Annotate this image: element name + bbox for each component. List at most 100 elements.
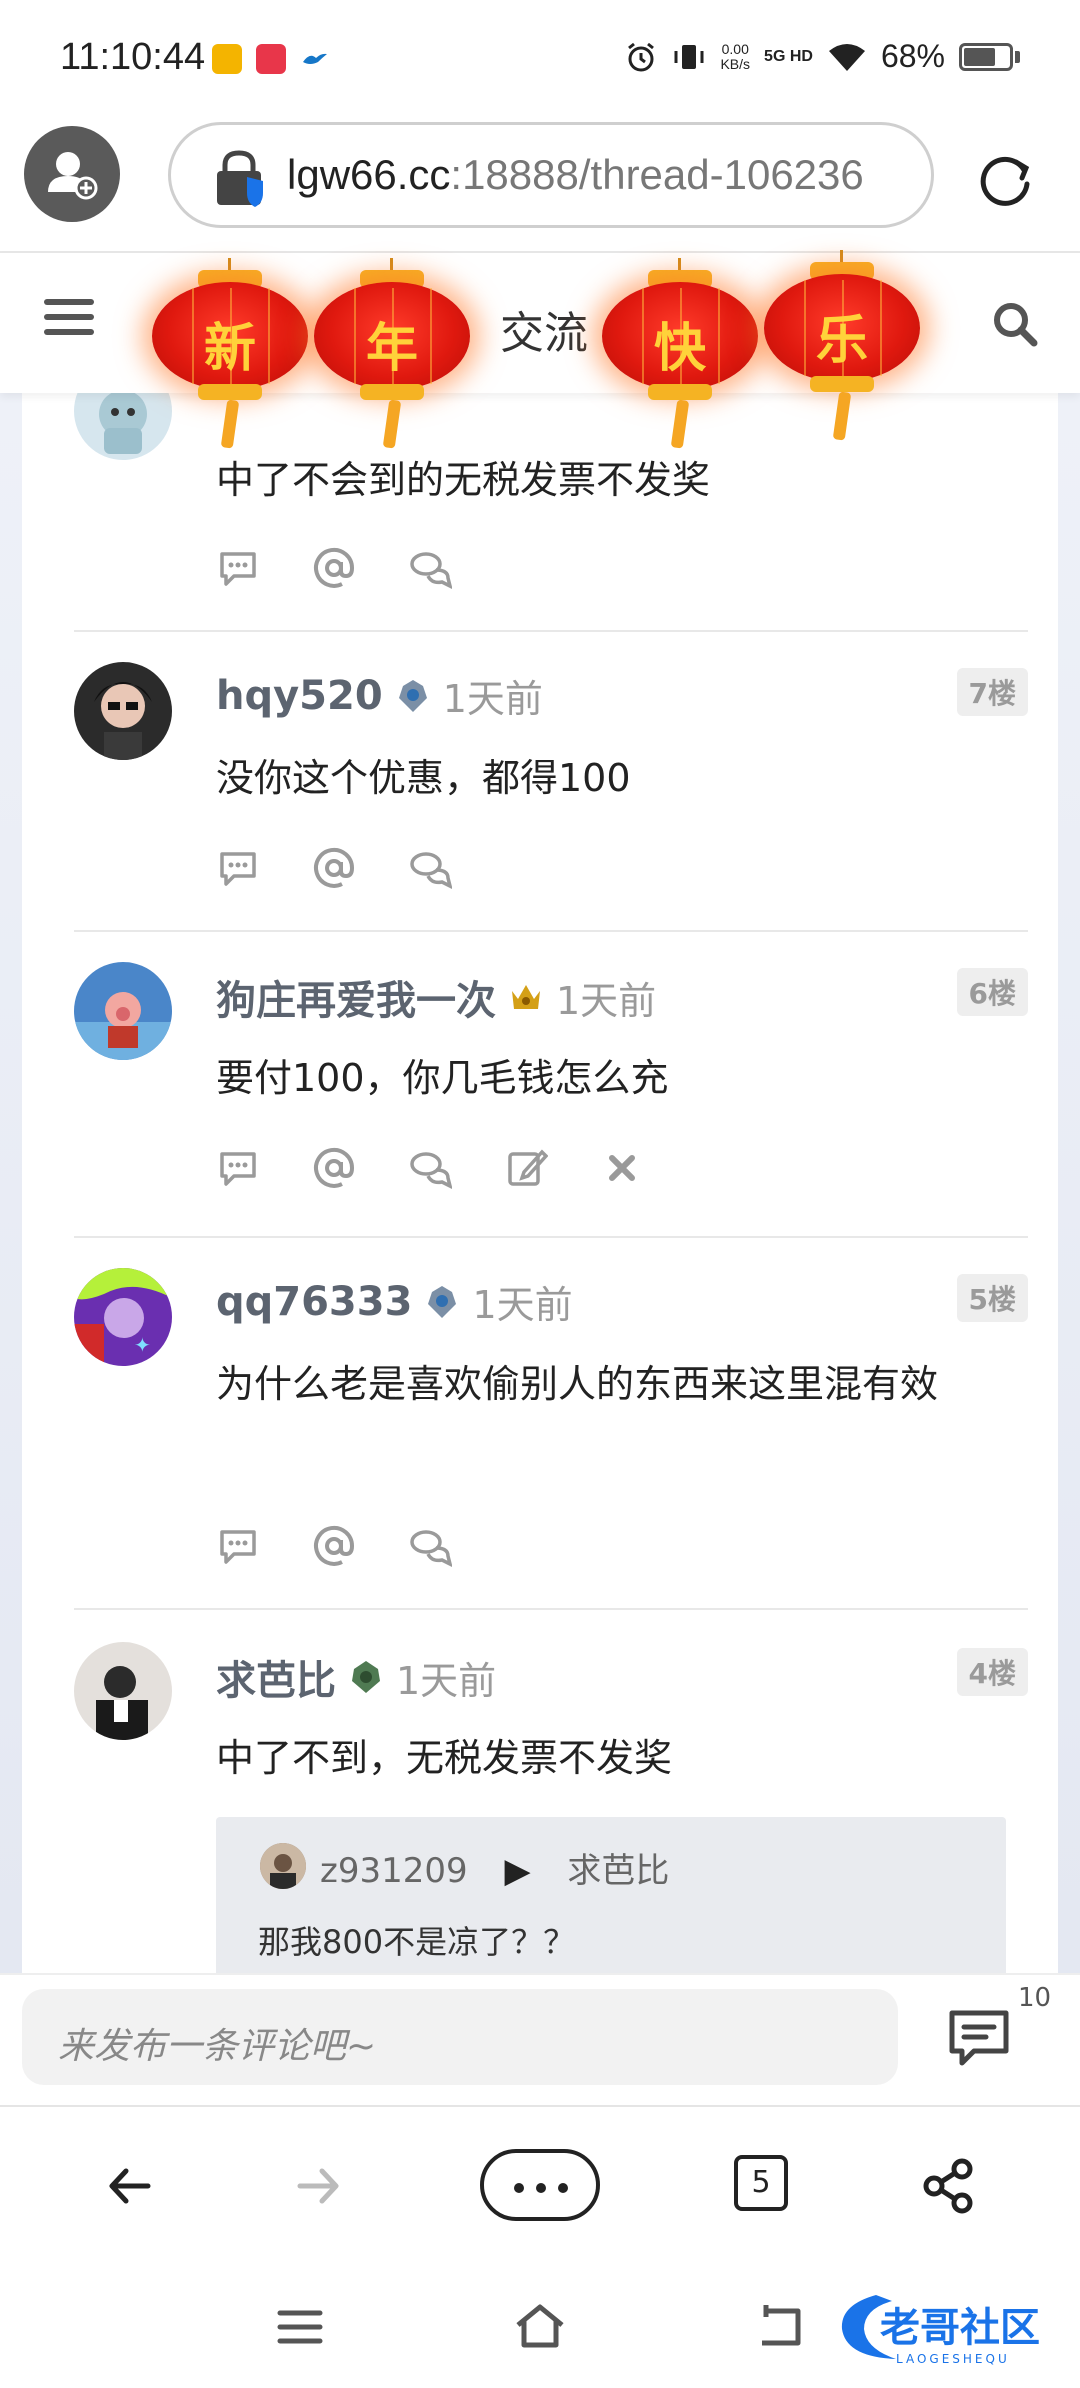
rank-badge-icon xyxy=(352,1661,380,1693)
avatar[interactable] xyxy=(74,962,172,1060)
system-back-button[interactable] xyxy=(752,2299,808,2355)
username[interactable]: qq76333 xyxy=(216,1279,412,1325)
post-user-line: 求芭比 1天前 xyxy=(216,1648,496,1706)
comments-icon xyxy=(949,2010,1009,2066)
post-actions xyxy=(216,846,452,890)
search-icon xyxy=(994,303,1038,347)
back-button[interactable] xyxy=(96,2151,166,2221)
lantern-text: 年 xyxy=(365,318,418,379)
battery-icon xyxy=(959,42,1013,71)
divider xyxy=(74,1608,1028,1610)
home-button[interactable] xyxy=(512,2299,568,2355)
bird-icon xyxy=(300,44,330,74)
arrow-right-icon xyxy=(297,2168,339,2204)
rank-badge-icon xyxy=(512,985,540,1009)
net-speed: 0.00 KB/s xyxy=(720,40,751,72)
comment-icon[interactable] xyxy=(216,1146,260,1190)
post-user-line: qq76333 1天前 xyxy=(216,1274,573,1329)
svg-text:LAOGESHEQU: LAOGESHEQU xyxy=(896,2352,1010,2366)
tabs-button[interactable]: 5 xyxy=(734,2155,788,2211)
quote-text: 那我800不是凉了？？ xyxy=(258,1923,576,1961)
mention-icon[interactable] xyxy=(312,846,356,890)
reply-icon[interactable] xyxy=(408,546,452,590)
status-bar: 11:10:44 0.00 KB/s 5G HD 68% xyxy=(0,0,1080,118)
divider xyxy=(74,930,1028,932)
wifi-icon xyxy=(828,43,865,71)
profile-button[interactable] xyxy=(24,126,120,222)
back-icon xyxy=(762,2305,801,2346)
menu-icon xyxy=(277,2310,323,2344)
url-text: lgw66.cc:18888/thread-106236 xyxy=(287,151,864,198)
avatar[interactable] xyxy=(74,662,172,760)
post-text: 中了不到，无税发票不发奖 xyxy=(216,1736,673,1780)
lantern-text: 快 xyxy=(653,318,706,379)
post-time: 1天前 xyxy=(472,1283,573,1327)
reply-icon[interactable] xyxy=(408,1524,452,1568)
alarm-icon xyxy=(628,42,655,71)
signal-label: 5G HD xyxy=(764,47,813,65)
notification-icons xyxy=(212,44,330,74)
comment-icon[interactable] xyxy=(216,1524,260,1568)
forward-button[interactable] xyxy=(284,2151,354,2221)
edit-icon[interactable] xyxy=(504,1146,548,1190)
reply-icon[interactable] xyxy=(408,1146,452,1190)
address-bar[interactable]: lgw66.cc:18888/thread-106236 xyxy=(168,122,934,228)
username[interactable]: 求芭比 xyxy=(216,1648,336,1706)
username[interactable]: hqy520 xyxy=(216,673,383,719)
status-right: 0.00 KB/s 5G HD 68% xyxy=(624,38,1020,75)
comment-icon[interactable] xyxy=(216,846,260,890)
post-actions xyxy=(216,1146,644,1190)
lantern-decoration: 新 xyxy=(152,258,308,449)
delete-icon[interactable] xyxy=(600,1146,644,1190)
quote-avatar xyxy=(260,1843,306,1889)
share-icon xyxy=(923,2158,973,2214)
svg-text:老哥社区: 老哥社区 xyxy=(880,2305,1040,2351)
battery-percent: 68% xyxy=(880,38,945,74)
site-watermark-logo: 老哥社区 LAOGESHEQU xyxy=(836,2285,1060,2371)
quote-to[interactable]: 求芭比 xyxy=(567,1851,669,1891)
reload-button[interactable] xyxy=(972,146,1038,212)
more-menu-button[interactable] xyxy=(480,2149,600,2221)
mention-icon[interactable] xyxy=(312,1146,356,1190)
floor-badge: 4楼 xyxy=(956,1648,1028,1696)
lantern-decoration: 乐 xyxy=(764,250,920,441)
browser-url-bar: lgw66.cc:18888/thread-106236 xyxy=(0,118,1080,253)
comment-icon[interactable] xyxy=(216,546,260,590)
mention-icon[interactable] xyxy=(312,1524,356,1568)
comment-input[interactable]: 来发布一条评论吧~ xyxy=(22,1989,898,2085)
quoted-reply[interactable]: z931209 ▶ 求芭比 那我800不是凉了？？ xyxy=(216,1817,1006,1977)
menu-button[interactable] xyxy=(44,299,94,343)
lantern-text: 新 xyxy=(203,318,256,379)
status-time: 11:10:44 xyxy=(60,36,206,78)
share-button[interactable] xyxy=(914,2151,984,2221)
lock-shield-icon xyxy=(217,150,263,207)
post-time: 1天前 xyxy=(556,978,657,1023)
recent-apps-button[interactable] xyxy=(272,2299,328,2355)
arrow-left-icon xyxy=(109,2168,151,2204)
post-text: 为什么老是喜欢偷别人的东西来这里混有效 xyxy=(216,1362,939,1406)
add-user-icon xyxy=(48,152,98,200)
post-item: 狗庄再爱我一次 1天前 6楼 要付100，你几毛钱怎么充 xyxy=(74,962,1028,1202)
floor-badge: 7楼 xyxy=(956,668,1028,716)
avatar[interactable] xyxy=(74,1642,172,1740)
page-margin-right xyxy=(1058,393,1080,1973)
floor-badge: 6楼 xyxy=(956,968,1028,1016)
search-button[interactable] xyxy=(990,299,1040,349)
floor-badge: 5楼 xyxy=(956,1274,1028,1322)
comments-button[interactable] xyxy=(944,2005,1014,2069)
quote-from[interactable]: z931209 xyxy=(320,1851,468,1891)
post-text: 中了不会到的无税发票不发奖 xyxy=(216,458,711,502)
page-title: 交流 xyxy=(500,308,588,359)
post-user-line: hqy520 1天前 xyxy=(216,668,543,723)
post-item: ✦ qq76333 1天前 5楼 为什么老是喜欢偷别人的东西来这里混有效 xyxy=(74,1268,1028,1568)
comment-count: 10 xyxy=(1018,1983,1052,2013)
mention-icon[interactable] xyxy=(312,546,356,590)
reply-icon[interactable] xyxy=(408,846,452,890)
page-margin-left xyxy=(0,393,22,1973)
username[interactable]: 狗庄再爱我一次 xyxy=(216,968,496,1026)
weibo-icon xyxy=(212,44,242,74)
avatar[interactable]: ✦ xyxy=(74,1268,172,1366)
system-nav-bar: 老哥社区 LAOGESHEQU xyxy=(0,2265,1080,2388)
svg-text:✦: ✦ xyxy=(134,1333,151,1357)
post-time: 1天前 xyxy=(442,677,543,721)
